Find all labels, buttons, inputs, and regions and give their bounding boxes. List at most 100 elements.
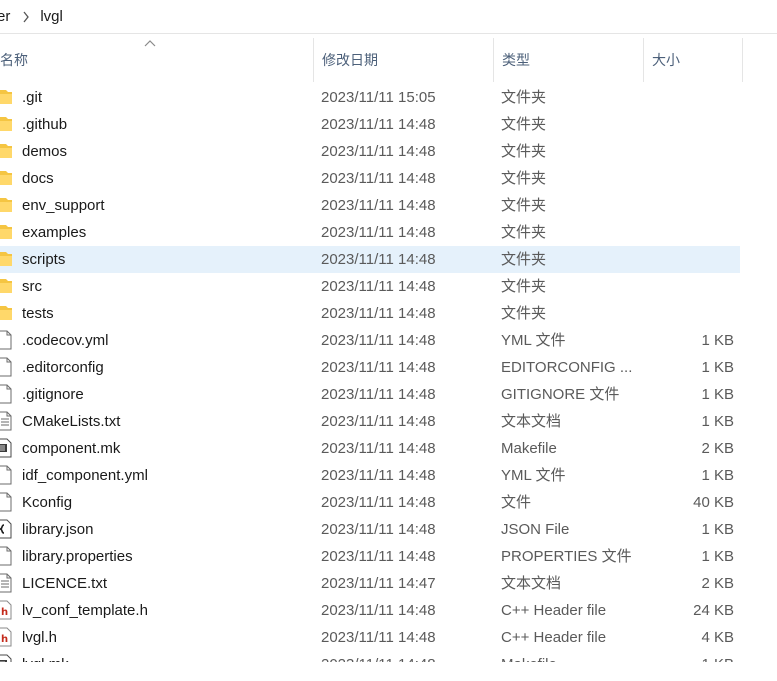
column-header-date[interactable]: 修改日期 — [313, 38, 493, 82]
file-row[interactable]: src 2023/11/11 14:48 文件夹 — [0, 273, 740, 300]
column-header-size[interactable]: 大小 — [643, 38, 743, 82]
file-date: 2023/11/11 14:48 — [321, 413, 436, 430]
file-type: PROPERTIES 文件 — [501, 548, 632, 565]
file-row[interactable]: lvgl.mk 2023/11/11 14:48 Makefile 1 KB — [0, 651, 740, 662]
file-size: 40 KB — [693, 494, 734, 511]
chevron-right-icon[interactable] — [22, 11, 30, 23]
file-type: 文件夹 — [501, 197, 547, 214]
file-row[interactable]: examples 2023/11/11 14:48 文件夹 — [0, 219, 740, 246]
file-date: 2023/11/11 15:05 — [321, 89, 436, 106]
file-size: 1 KB — [701, 651, 734, 662]
file-name: component.mk — [22, 440, 121, 457]
file-name: tests — [22, 305, 54, 322]
file-date: 2023/11/11 14:48 — [321, 521, 436, 538]
file-row[interactable]: library.properties 2023/11/11 14:48 PROPER… — [0, 543, 740, 570]
file-type: Makefile — [501, 651, 557, 662]
file-type: GITIGNORE 文件 — [501, 386, 620, 403]
folder-icon — [0, 168, 12, 188]
file-row[interactable]: tests 2023/11/11 14:48 文件夹 — [0, 300, 740, 327]
file-icon — [0, 492, 12, 512]
file-name: library.properties — [22, 548, 133, 565]
file-date: 2023/11/11 14:48 — [321, 251, 436, 268]
file-name: library.json — [22, 521, 94, 538]
file-row[interactable]: idf_component.yml 2023/11/11 14:48 YML 文件 1… — [0, 462, 740, 489]
header-file-icon: h — [0, 627, 12, 647]
file-row[interactable]: docs 2023/11/11 14:48 文件夹 — [0, 165, 740, 192]
file-type: C++ Header file — [501, 602, 607, 619]
file-date: 2023/11/11 14:48 — [321, 116, 436, 133]
file-row[interactable]: demos 2023/11/11 14:48 文件夹 — [0, 138, 740, 165]
file-date: 2023/11/11 14:48 — [321, 143, 436, 160]
file-row[interactable]: .git 2023/11/11 15:05 文件夹 — [0, 84, 740, 111]
text-file-icon — [0, 573, 12, 593]
file-type: 文件夹 — [501, 116, 547, 133]
file-date: 2023/11/11 14:47 — [321, 575, 436, 592]
file-type: EDITORCONFIG ... — [501, 359, 633, 376]
file-icon — [0, 384, 12, 404]
file-row[interactable]: component.mk 2023/11/11 14:48 Makefile 2 KB — [0, 435, 740, 462]
file-size: 2 KB — [701, 575, 734, 592]
header-file-icon: h — [0, 600, 12, 620]
file-date: 2023/11/11 14:48 — [321, 278, 436, 295]
file-name: env_support — [22, 197, 105, 214]
column-header-type[interactable]: 类型 — [493, 38, 643, 82]
file-name: Kconfig — [22, 494, 73, 511]
file-type: 文件夹 — [501, 278, 547, 295]
file-size: 1 KB — [701, 386, 734, 403]
file-row[interactable]: Kconfig 2023/11/11 14:48 文件 40 KB — [0, 489, 740, 516]
breadcrumb-current[interactable]: lvgl — [40, 8, 63, 25]
file-row[interactable]: CMakeLists.txt 2023/11/11 14:48 文本文档 1 KB — [0, 408, 740, 435]
breadcrumb: er lvgl — [0, 0, 777, 34]
file-row[interactable]: h lv_conf_template.h 2023/11/11 14:48 C++ H… — [0, 597, 740, 624]
folder-icon — [0, 276, 12, 296]
folder-icon — [0, 114, 12, 134]
file-name: .github — [22, 116, 68, 133]
file-name: examples — [22, 224, 87, 241]
column-header: 名称 修改日期 类型 大小 — [0, 38, 777, 82]
folder-icon — [0, 87, 12, 107]
folder-icon — [0, 222, 12, 242]
file-date: 2023/11/11 14:48 — [321, 359, 436, 376]
file-type: JSON File — [501, 521, 570, 538]
file-date: 2023/11/11 14:48 — [321, 602, 436, 619]
column-header-date-label: 修改日期 — [322, 52, 378, 68]
file-date: 2023/11/11 14:48 — [321, 197, 436, 214]
folder-icon — [0, 249, 12, 269]
file-date: 2023/11/11 14:48 — [321, 305, 436, 322]
file-row[interactable]: library.json 2023/11/11 14:48 JSON File 1 K… — [0, 516, 740, 543]
file-date: 2023/11/11 14:48 — [321, 548, 436, 565]
file-size: 2 KB — [701, 440, 734, 457]
file-row[interactable]: LICENCE.txt 2023/11/11 14:47 文本文档 2 KB — [0, 570, 740, 597]
file-name: idf_component.yml — [22, 467, 148, 484]
file-row[interactable]: h lvgl.h 2023/11/11 14:48 C++ Header file 4 … — [0, 624, 740, 651]
file-type: 文件 — [501, 494, 532, 511]
file-name: src — [22, 278, 42, 295]
file-row[interactable]: .gitignore 2023/11/11 14:48 GITIGNORE 文件 1 … — [0, 381, 740, 408]
file-name: LICENCE.txt — [22, 575, 108, 592]
file-row[interactable]: .github 2023/11/11 14:48 文件夹 — [0, 111, 740, 138]
file-name: lv_conf_template.h — [22, 602, 148, 619]
file-name: .git — [22, 89, 43, 106]
folder-icon — [0, 195, 12, 215]
file-size: 1 KB — [701, 332, 734, 349]
breadcrumb-parent[interactable]: er — [0, 8, 10, 25]
column-header-name[interactable]: 名称 — [0, 38, 313, 82]
file-type: 文本文档 — [501, 575, 562, 592]
file-size: 1 KB — [701, 548, 734, 565]
file-type: 文件夹 — [501, 305, 547, 322]
file-type: 文件夹 — [501, 224, 547, 241]
file-size: 1 KB — [701, 521, 734, 538]
file-name: scripts — [22, 251, 66, 268]
file-icon — [0, 465, 12, 485]
column-header-size-label: 大小 — [652, 52, 680, 68]
file-type: 文本文档 — [501, 413, 562, 430]
file-date: 2023/11/11 14:48 — [321, 651, 436, 662]
file-row[interactable]: scripts 2023/11/11 14:48 文件夹 — [0, 246, 740, 273]
file-name: .editorconfig — [22, 359, 104, 376]
makefile-icon — [0, 438, 12, 458]
svg-text:h: h — [1, 607, 8, 618]
file-row[interactable]: env_support 2023/11/11 14:48 文件夹 — [0, 192, 740, 219]
file-row[interactable]: .codecov.yml 2023/11/11 14:48 YML 文件 1 KB — [0, 327, 740, 354]
file-size: 1 KB — [701, 413, 734, 430]
file-row[interactable]: .editorconfig 2023/11/11 14:48 EDITORCONFI… — [0, 354, 740, 381]
